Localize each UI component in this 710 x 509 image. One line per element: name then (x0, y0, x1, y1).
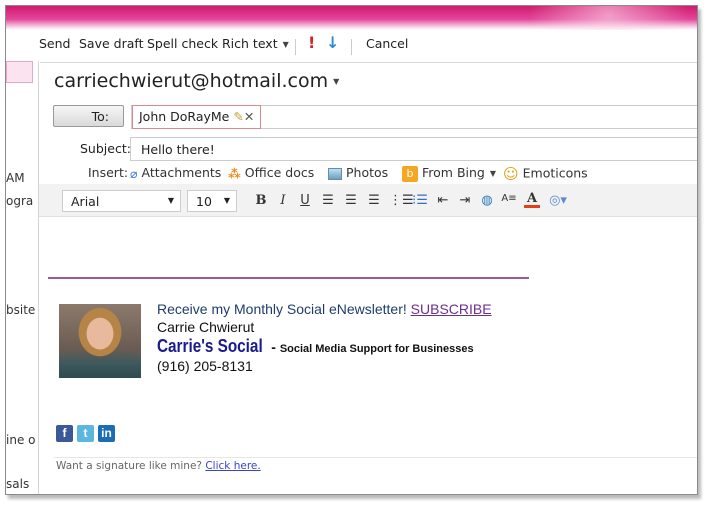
paperclip-icon: ⌀ (130, 166, 138, 181)
increase-indent-icon[interactable]: ⇥ (457, 193, 473, 208)
divider (295, 39, 296, 55)
footer-text: Want a signature like mine? (56, 460, 202, 472)
subject-label: Subject: (80, 141, 131, 156)
more-options-icon[interactable]: ◎▾ (547, 193, 569, 208)
font-name: Arial (71, 194, 100, 209)
hyperlink-icon[interactable]: ◍ (479, 193, 495, 208)
subject-input[interactable]: Hello there! (130, 137, 697, 161)
recipient-name: John DoRayMe (139, 109, 230, 124)
footer-divider (54, 457, 697, 458)
decrease-indent-icon[interactable]: ⇤ (435, 193, 451, 208)
insert-from-bing[interactable]: b From Bing ▼ (402, 165, 496, 182)
signature-footer: Want a signature like mine? Click here. (56, 460, 261, 472)
chevron-down-icon: ▼ (167, 196, 174, 205)
bold-button[interactable]: B (253, 193, 269, 208)
insert-label-text: From Bing (422, 165, 485, 180)
font-size: 10 (196, 194, 212, 209)
sidebar-text[interactable]: bsite (6, 303, 35, 317)
spell-check-button[interactable]: Spell check (147, 36, 218, 51)
photo-icon (328, 167, 342, 180)
from-address: carriechwierut@hotmail.com (54, 70, 329, 92)
sidebar-text[interactable]: sals (6, 477, 29, 491)
compose-window: Send Save draft Spell check Rich text ▼ !… (5, 5, 698, 495)
insert-label-text: Office docs (244, 165, 315, 180)
insert-attachments[interactable]: ⌀ Attachments (130, 165, 221, 181)
signature-brand-line: Carrie's Social - Social Media Support f… (157, 336, 474, 357)
brand-name: Carrie's Social (157, 336, 263, 356)
insert-photos[interactable]: Photos (328, 165, 388, 180)
newsletter-label: Receive my Monthly Social eNewsletter! (157, 301, 407, 317)
low-importance-icon[interactable]: ↓ (326, 33, 339, 52)
chevron-down-icon: ▼ (489, 169, 497, 178)
facebook-icon[interactable]: f (56, 425, 73, 442)
highlight-icon[interactable]: A≡ (501, 193, 517, 204)
rich-text-label: Rich text (222, 36, 278, 51)
brand-tagline: Social Media Support for Businesses (279, 343, 474, 355)
sidebar-text[interactable]: ine o (6, 433, 35, 447)
formatting-toolbar: Arial ▼ 10 ▼ B I U ☰ ☰ ☰ ⋮☰ ⁝☰ ⇤ ⇥ ◍ A≡ A … (39, 184, 697, 217)
smiley-icon: ☺ (503, 165, 519, 183)
sidebar-text[interactable]: ogra (6, 194, 33, 208)
chevron-down-icon: ▼ (282, 40, 289, 49)
insert-label-text: Photos (346, 165, 389, 180)
pencil-icon[interactable]: ✎ (233, 109, 243, 124)
align-left-icon[interactable]: ☰ (320, 193, 336, 208)
align-right-icon[interactable]: ☰ (366, 193, 382, 208)
chevron-down-icon: ▼ (333, 77, 340, 86)
linkedin-icon[interactable]: in (98, 425, 115, 442)
subscribe-link[interactable]: SUBSCRIBE (411, 301, 492, 317)
rich-text-button[interactable]: Rich text ▼ (222, 36, 289, 51)
align-center-icon[interactable]: ☰ (343, 193, 359, 208)
save-draft-button[interactable]: Save draft (79, 36, 143, 51)
signature-phone: (916) 205-8131 (157, 358, 253, 374)
font-color-button[interactable]: A (524, 192, 540, 208)
dash: - (271, 339, 276, 355)
sidebar-selected-item[interactable] (6, 61, 33, 83)
signature-divider (48, 277, 529, 279)
sidebar-text[interactable]: AM (6, 171, 25, 185)
to-button[interactable]: To: (53, 105, 124, 127)
underline-button[interactable]: U (297, 193, 313, 208)
insert-label: Insert: (88, 165, 129, 180)
high-importance-icon[interactable]: ! (308, 33, 315, 52)
font-family-select[interactable]: Arial ▼ (62, 190, 181, 212)
insert-label-text: Emoticons (522, 165, 588, 181)
cancel-button[interactable]: Cancel (366, 36, 408, 51)
font-size-select[interactable]: 10 ▼ (187, 190, 237, 212)
from-account-selector[interactable]: carriechwierut@hotmail.com ▼ (54, 70, 339, 92)
divider (351, 39, 352, 55)
insert-emoticons[interactable]: ☺ Emoticons (503, 165, 588, 183)
numbered-list-icon[interactable]: ⋮☰ (389, 193, 414, 208)
bulleted-list-icon[interactable]: ⁝☰ (412, 193, 428, 208)
insert-office-docs[interactable]: ⁂ Office docs (228, 165, 314, 181)
twitter-icon[interactable]: t (77, 425, 94, 442)
bing-icon: b (402, 165, 418, 182)
insert-label-text: Attachments (141, 165, 222, 180)
signature-name: Carrie Chwierut (157, 319, 255, 335)
click-here-link[interactable]: Click here. (205, 460, 260, 472)
newsletter-text: Receive my Monthly Social eNewsletter! S… (157, 301, 492, 317)
close-icon[interactable]: ✕ (244, 109, 254, 124)
sidebar: AM ogra bsite ine o sals (6, 61, 39, 494)
italic-button[interactable]: I (275, 193, 291, 208)
send-button[interactable]: Send (39, 36, 70, 51)
office-docs-icon: ⁂ (228, 166, 241, 181)
header-banner (6, 6, 697, 30)
chevron-down-icon: ▼ (223, 196, 230, 205)
recipient-chip[interactable]: John DoRayMe ✎✕ (132, 105, 262, 129)
signature-photo (59, 304, 141, 378)
